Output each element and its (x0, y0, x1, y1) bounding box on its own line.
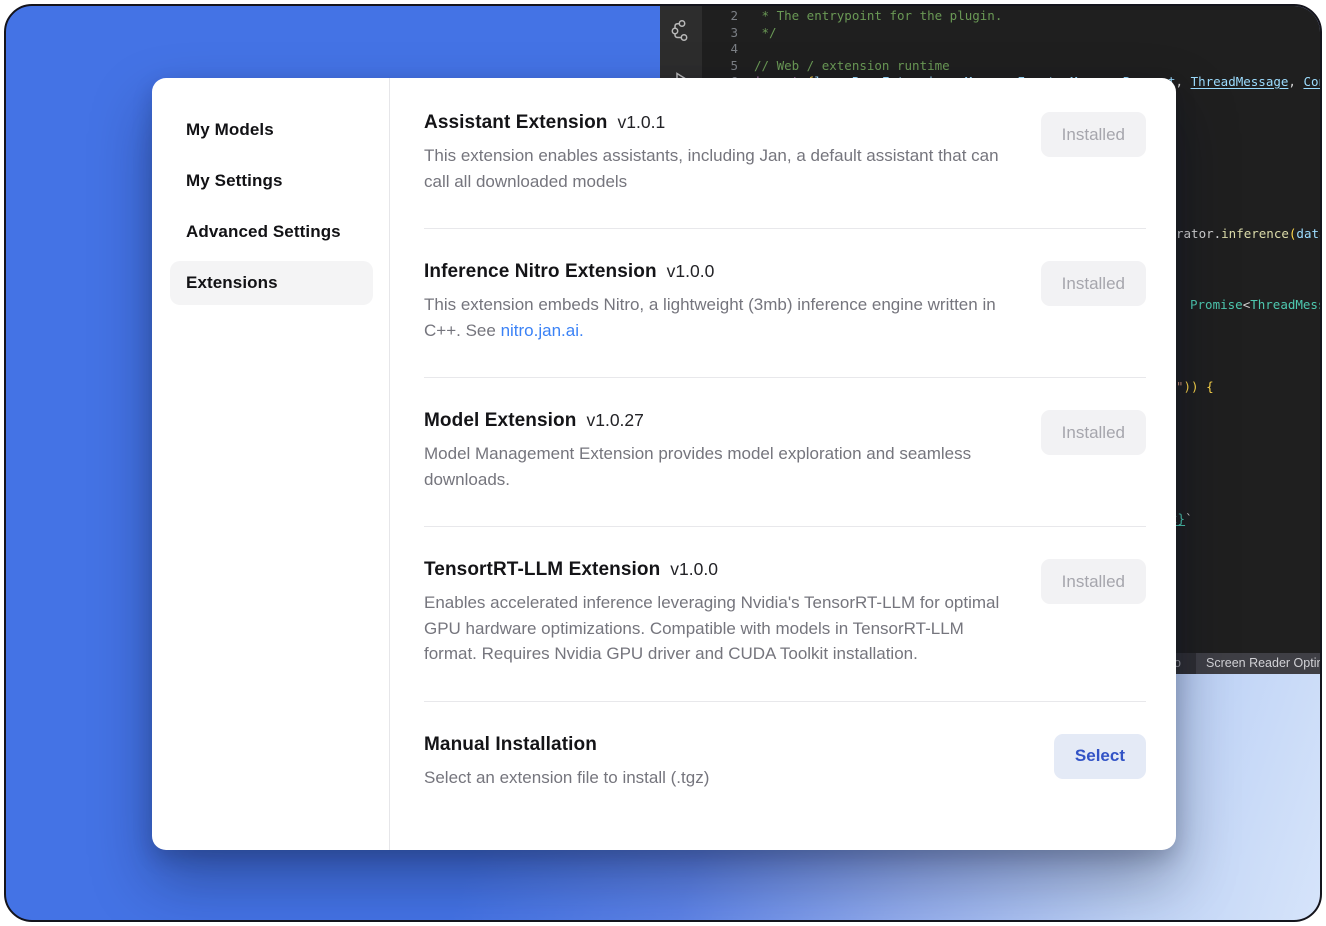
code-token: */ (754, 25, 777, 40)
sidebar-item-my-models[interactable]: My Models (170, 108, 373, 152)
extension-row: Assistant Extension v1.0.1 This extension … (424, 112, 1146, 228)
code-line: 2 * The entrypoint for the plugin. (660, 8, 1320, 25)
description-text: This extension enables assistants, inclu… (424, 146, 999, 191)
extension-link[interactable]: nitro.jan.ai. (501, 321, 584, 340)
extension-name: Model Extension (424, 410, 576, 431)
extension-name: Manual Installation (424, 734, 597, 755)
sidebar-item-label: Advanced Settings (186, 222, 341, 242)
code-token: , (1176, 74, 1191, 89)
line-number: 2 (660, 8, 754, 25)
extension-name: TensortRT-LLM Extension (424, 559, 660, 580)
extension-description: Model Management Extension provides mode… (424, 441, 1009, 492)
code-token: // Web / extension runtime (754, 58, 950, 73)
extension-row: Model Extension v1.0.27 Model Management E… (424, 378, 1146, 526)
extension-title-row: Inference Nitro Extension v1.0.0 (424, 261, 1009, 283)
extension-info: TensortRT-LLM Extension v1.0.0 Enables acc… (424, 559, 1009, 667)
code-token: { (1206, 379, 1214, 394)
sidebar-item-label: Extensions (186, 273, 278, 293)
extension-title-row: Model Extension v1.0.27 (424, 410, 1009, 432)
settings-modal: My Models My Settings Advanced Settings Ext… (152, 78, 1176, 850)
extension-description: This extension embeds Nitro, a lightweig… (424, 292, 1009, 343)
extension-name: Assistant Extension (424, 112, 608, 133)
code-fragment: Promise<ThreadMessage> (1190, 297, 1320, 314)
code-token: Promise (1190, 297, 1243, 312)
settings-sidebar: My Models My Settings Advanced Settings Ext… (152, 78, 390, 850)
code-fragment: rator.inference(data)); (1176, 226, 1320, 243)
code-token: * The entrypoint for the plugin. (754, 8, 1002, 23)
code-token: ThreadMessage (1250, 297, 1320, 312)
extension-version: v1.0.0 (670, 559, 718, 579)
code-token: )) (1184, 379, 1207, 394)
code-fragment: ")) { (1176, 379, 1214, 396)
select-file-button[interactable]: Select (1054, 734, 1146, 779)
extension-row: TensortRT-LLM Extension v1.0.0 Enables acc… (424, 527, 1146, 701)
installed-status-button[interactable]: Installed (1041, 261, 1146, 306)
installed-status-button[interactable]: Installed (1041, 559, 1146, 604)
code-token: " (1176, 379, 1184, 394)
sidebar-item-label: My Settings (186, 171, 283, 191)
extension-row: Manual Installation Select an extension f… (424, 702, 1146, 825)
line-number: 4 (660, 41, 754, 58)
extension-row: Inference Nitro Extension v1.0.0 This exte… (424, 229, 1146, 377)
extension-version: v1.0.1 (618, 112, 666, 132)
sidebar-item-advanced-settings[interactable]: Advanced Settings (170, 210, 373, 254)
extension-title-row: Assistant Extension v1.0.1 (424, 112, 1009, 134)
description-text: Model Management Extension provides mode… (424, 444, 971, 489)
code-line: 3 */ (660, 25, 1320, 42)
extension-info: Manual Installation Select an extension f… (424, 734, 709, 791)
extension-info: Model Extension v1.0.27 Model Management E… (424, 410, 1009, 492)
screen-reader-status-item: Screen Reader Optimized (1196, 653, 1320, 674)
extension-title-row: TensortRT-LLM Extension v1.0.0 (424, 559, 1009, 581)
background-gradient: 2 * The entrypoint for the plugin.3 */45… (4, 4, 1322, 922)
description-text: Enables accelerated inference leveraging… (424, 593, 999, 663)
description-text: Select an extension file to install (.tg… (424, 768, 709, 787)
installed-status-button[interactable]: Installed (1041, 112, 1146, 157)
code-line: 4 (660, 41, 1320, 58)
extension-description: Select an extension file to install (.tg… (424, 765, 709, 791)
code-token: inference (1221, 226, 1289, 241)
extension-version: v1.0.0 (667, 261, 715, 281)
code-token: rator. (1176, 226, 1221, 241)
extension-name: Inference Nitro Extension (424, 261, 657, 282)
extension-description: This extension enables assistants, inclu… (424, 143, 1009, 194)
installed-status-button[interactable]: Installed (1041, 410, 1146, 455)
code-token: data (1296, 226, 1320, 241)
extensions-panel: Assistant Extension v1.0.1 This extension … (390, 78, 1176, 850)
code-token: ` (1185, 511, 1193, 526)
line-number: 3 (660, 25, 754, 42)
extension-info: Inference Nitro Extension v1.0.0 This exte… (424, 261, 1009, 343)
line-number: 5 (660, 58, 754, 75)
extension-description: Enables accelerated inference leveraging… (424, 590, 1009, 667)
sidebar-item-my-settings[interactable]: My Settings (170, 159, 373, 203)
extension-version: v1.0.27 (586, 410, 643, 430)
code-token: ContentType (1303, 74, 1320, 89)
screenshot-frame: 2 * The entrypoint for the plugin.3 */45… (0, 0, 1326, 926)
code-line: 5// Web / extension runtime (660, 58, 1320, 75)
code-token: , (1288, 74, 1303, 89)
code-token: ThreadMessage (1191, 74, 1289, 89)
sidebar-item-extensions[interactable]: Extensions (170, 261, 373, 305)
extension-title-row: Manual Installation (424, 734, 709, 756)
sidebar-item-label: My Models (186, 120, 274, 140)
extension-info: Assistant Extension v1.0.1 This extension … (424, 112, 1009, 194)
